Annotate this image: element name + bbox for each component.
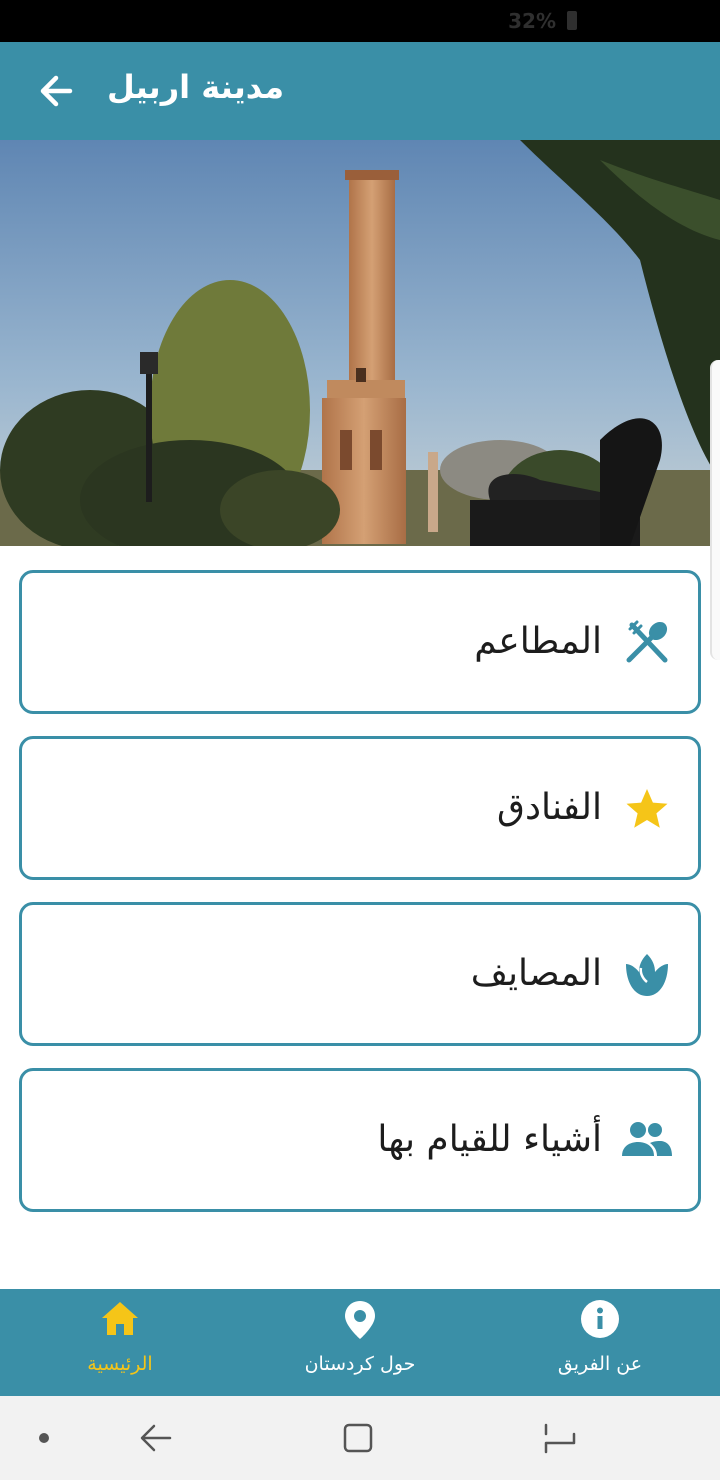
- system-recents-icon[interactable]: [540, 1418, 580, 1458]
- hero-image: [0, 140, 720, 546]
- tulip-icon: [624, 952, 670, 998]
- menu-item-restaurants[interactable]: المطاعم: [19, 570, 701, 714]
- back-arrow-icon[interactable]: [36, 71, 76, 111]
- nav-label-about-kurdistan: حول كردستان: [304, 1353, 416, 1375]
- people-icon: [620, 1118, 672, 1164]
- system-home-icon[interactable]: [338, 1418, 378, 1458]
- battery-icon: [567, 11, 577, 30]
- nav-label-home: الرئيسية: [87, 1353, 153, 1375]
- menu-item-hotels[interactable]: الفنادق: [19, 736, 701, 880]
- menu-item-label: المصايف: [470, 953, 602, 994]
- nav-label-about-team: عن الفريق: [557, 1353, 643, 1375]
- nav-item-about-team[interactable]: عن الفريق: [520, 1289, 680, 1396]
- star-icon: [624, 786, 670, 832]
- menu-item-resorts[interactable]: المصايف: [19, 902, 701, 1046]
- scroll-indicator: [710, 360, 720, 660]
- home-icon: [100, 1299, 140, 1339]
- app-bar: مدينة اربيل: [0, 42, 720, 140]
- menu-item-label: أشياء للقيام بها: [377, 1119, 602, 1160]
- menu-item-label: الفنادق: [497, 787, 602, 828]
- nav-item-about-kurdistan[interactable]: حول كردستان: [280, 1289, 440, 1396]
- nav-item-home[interactable]: الرئيسية: [40, 1289, 200, 1396]
- menu-item-label: المطاعم: [474, 621, 602, 662]
- fork-spoon-icon: [624, 620, 670, 666]
- system-navigation-bar: [0, 1396, 720, 1480]
- dot-icon[interactable]: [24, 1418, 64, 1458]
- system-back-icon[interactable]: [136, 1418, 176, 1458]
- status-bar: 32%: [0, 0, 720, 42]
- menu-item-things-to-do[interactable]: أشياء للقيام بها: [19, 1068, 701, 1212]
- battery-percent: 32%: [508, 9, 556, 33]
- bottom-navigation: الرئيسية حول كردستان عن الفريق: [0, 1289, 720, 1396]
- info-icon: [580, 1299, 620, 1339]
- page-title: مدينة اربيل: [107, 68, 284, 106]
- location-pin-icon: [340, 1299, 380, 1339]
